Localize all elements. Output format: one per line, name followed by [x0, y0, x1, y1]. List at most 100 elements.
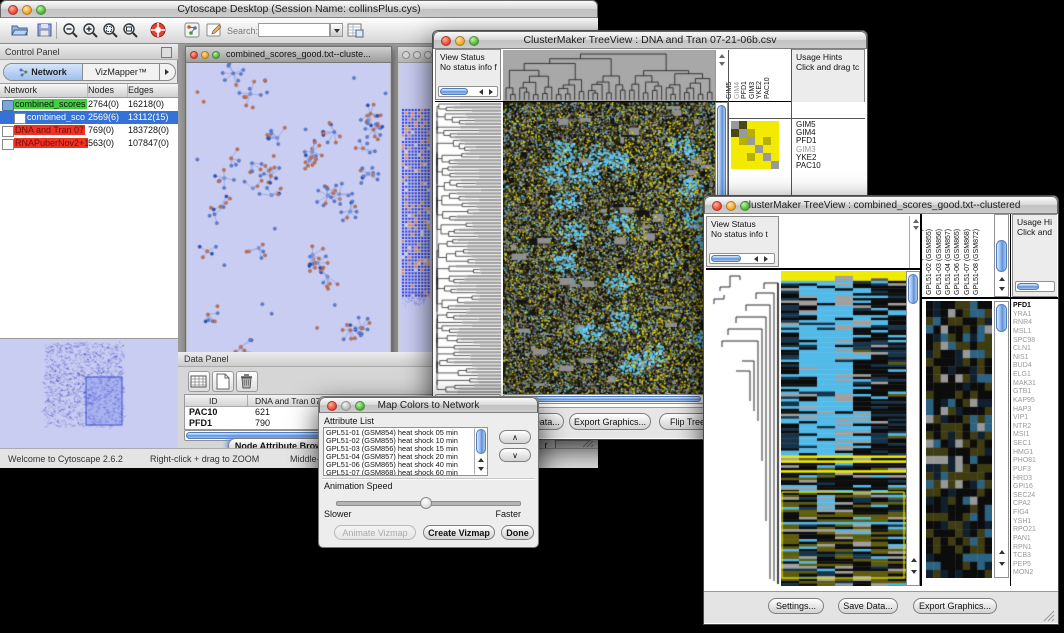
attribute-list[interactable]: GPL51-01 (GSM854) heat shock 05 minGPL51… [323, 427, 488, 476]
column-labels-scrollbar[interactable] [994, 214, 1009, 297]
close-button[interactable] [402, 51, 410, 59]
column-label[interactable]: GPL51-04 (GSM857) [945, 229, 952, 295]
gene-label[interactable]: GPI16 [1013, 483, 1057, 492]
gene-label[interactable]: TCB3 [1013, 552, 1057, 561]
gene-label[interactable]: NIS1 [1013, 354, 1057, 363]
gene-label[interactable]: MAK31 [1013, 380, 1057, 389]
move-up-button[interactable]: ∧ [499, 430, 531, 444]
gene-label[interactable]: GIM5 [796, 121, 862, 129]
gene-label[interactable]: HMG1 [1013, 449, 1057, 458]
save-icon[interactable] [36, 22, 53, 39]
network-view-canvas-2[interactable] [399, 63, 432, 359]
annotation-icon[interactable] [206, 22, 223, 39]
gene-label[interactable]: GIM4 [796, 129, 862, 137]
minimize-button[interactable] [201, 51, 209, 59]
zoom-in-icon[interactable] [82, 22, 99, 39]
column-label[interactable]: GPL51-02 (GSM855) [926, 229, 933, 295]
attribute-item[interactable]: GPL51-07 (GSM868) heat shock 60 min [326, 469, 458, 476]
gene-label[interactable]: YRA1 [1013, 311, 1057, 320]
zoom-button[interactable] [355, 401, 365, 411]
gene-label[interactable]: MSI1 [1013, 431, 1057, 440]
gene-label[interactable]: SPC98 [1013, 337, 1057, 346]
animation-slider[interactable] [336, 501, 521, 506]
zoom-selected-icon[interactable] [102, 22, 119, 39]
column-label[interactable]: GPL51-07 (GSM868) [964, 229, 971, 295]
gene-label[interactable]: ELG1 [1013, 371, 1057, 380]
new-attribute-icon[interactable] [212, 371, 234, 392]
gene-label[interactable]: HAP3 [1013, 406, 1057, 415]
heatmap-canvas[interactable] [503, 102, 715, 394]
column-label[interactable]: PFD1 [741, 81, 748, 99]
titlebar-treeview-dna[interactable]: ClusterMaker TreeView : DNA and Tran 07-… [433, 31, 867, 49]
gene-label[interactable]: CPA2 [1013, 500, 1057, 509]
network-view-canvas[interactable] [187, 63, 390, 360]
gene-label[interactable]: KAP95 [1013, 397, 1057, 406]
titlebar-map-colors[interactable]: Map Colors to Network [319, 397, 538, 413]
tab-vizmapper[interactable]: VizMapper™ [83, 64, 159, 80]
export-graphics-button[interactable]: Export Graphics... [569, 413, 651, 430]
zoom-fit-icon[interactable] [122, 22, 139, 39]
close-button[interactable] [712, 201, 722, 211]
gene-label[interactable]: VIP1 [1013, 414, 1057, 423]
gene-label[interactable]: PFD1 [1013, 302, 1057, 311]
minimize-button[interactable] [413, 51, 421, 59]
gene-label[interactable]: YSH1 [1013, 518, 1057, 527]
network-column-header[interactable]: Edges [128, 85, 154, 95]
gene-label[interactable]: HRD3 [1013, 475, 1057, 484]
column-label[interactable]: GIM3 [749, 82, 756, 99]
gene-label[interactable]: PEP5 [1013, 561, 1057, 570]
summary-vscrollbar[interactable] [994, 301, 1009, 578]
delete-attribute-icon[interactable] [236, 371, 258, 392]
gene-label[interactable]: SEC1 [1013, 440, 1057, 449]
open-file-icon[interactable] [11, 22, 28, 39]
column-label[interactable]: GPL51-06 (GSM865) [954, 229, 961, 295]
zoom-button[interactable] [740, 201, 750, 211]
network-row[interactable]: combined_sco2569(6)13112(15) [0, 111, 178, 124]
minimize-button[interactable] [726, 201, 736, 211]
close-button[interactable] [8, 5, 18, 15]
gene-label[interactable]: RNR4 [1013, 319, 1057, 328]
gene-label[interactable]: GTB1 [1013, 388, 1057, 397]
slider-thumb[interactable] [420, 497, 432, 509]
network-modify-icon[interactable] [184, 22, 201, 39]
save-data-button[interactable]: Save Data... [838, 598, 898, 614]
column-label[interactable]: YKE2 [756, 81, 763, 99]
settings-button[interactable]: Settings... [768, 598, 824, 614]
gene-dendrogram[interactable] [706, 271, 780, 586]
zoom-out-icon[interactable] [62, 22, 79, 39]
gene-label[interactable]: PUF3 [1013, 466, 1057, 475]
column-dendrogram[interactable] [503, 50, 715, 101]
titlebar-treeview-combined[interactable]: ClusterMaker TreeView : combined_scores_… [704, 196, 1058, 214]
close-button[interactable] [441, 36, 451, 46]
gene-label[interactable]: PAN1 [1013, 535, 1057, 544]
zoom-button[interactable] [469, 36, 479, 46]
help-icon[interactable] [150, 22, 167, 39]
attribute-browser-icon[interactable] [347, 22, 364, 39]
heatmap-canvas[interactable] [781, 271, 906, 586]
gene-dendrogram[interactable] [435, 102, 501, 394]
column-label[interactable]: GPL51-08 (GSM872) [973, 229, 980, 295]
usage-hints-scrollbar[interactable] [1015, 281, 1055, 292]
search-dropdown[interactable] [330, 23, 343, 37]
minimize-button[interactable] [22, 5, 32, 15]
gene-label[interactable]: YKE2 [796, 154, 862, 162]
tab-overflow-arrow[interactable] [159, 64, 175, 80]
attribute-list-scrollbar[interactable] [474, 428, 487, 475]
network-column-header[interactable]: Nodes [88, 85, 114, 95]
gene-label[interactable]: MSL1 [1013, 328, 1057, 337]
gene-label[interactable]: PFD1 [796, 137, 862, 145]
titlebar-cytoscape[interactable]: Cytoscape Desktop (Session Name: collins… [0, 0, 598, 18]
minimize-button[interactable] [455, 36, 465, 46]
gene-label[interactable]: MON2 [1013, 569, 1057, 578]
gene-label[interactable]: RPO21 [1013, 526, 1057, 535]
done-button[interactable]: Done [501, 525, 534, 540]
view-status-scrollbar[interactable] [438, 86, 498, 97]
gene-label[interactable]: SEC24 [1013, 492, 1057, 501]
export-graphics-button[interactable]: Export Graphics... [913, 598, 997, 614]
gene-label[interactable]: CLN1 [1013, 345, 1057, 354]
float-panel-icon[interactable] [161, 47, 172, 58]
search-input[interactable] [258, 23, 330, 37]
network-row[interactable]: RNAPuberNov2+1563(0)107847(0) [0, 137, 178, 150]
table-icon[interactable] [188, 371, 210, 392]
zoom-button[interactable] [36, 5, 46, 15]
